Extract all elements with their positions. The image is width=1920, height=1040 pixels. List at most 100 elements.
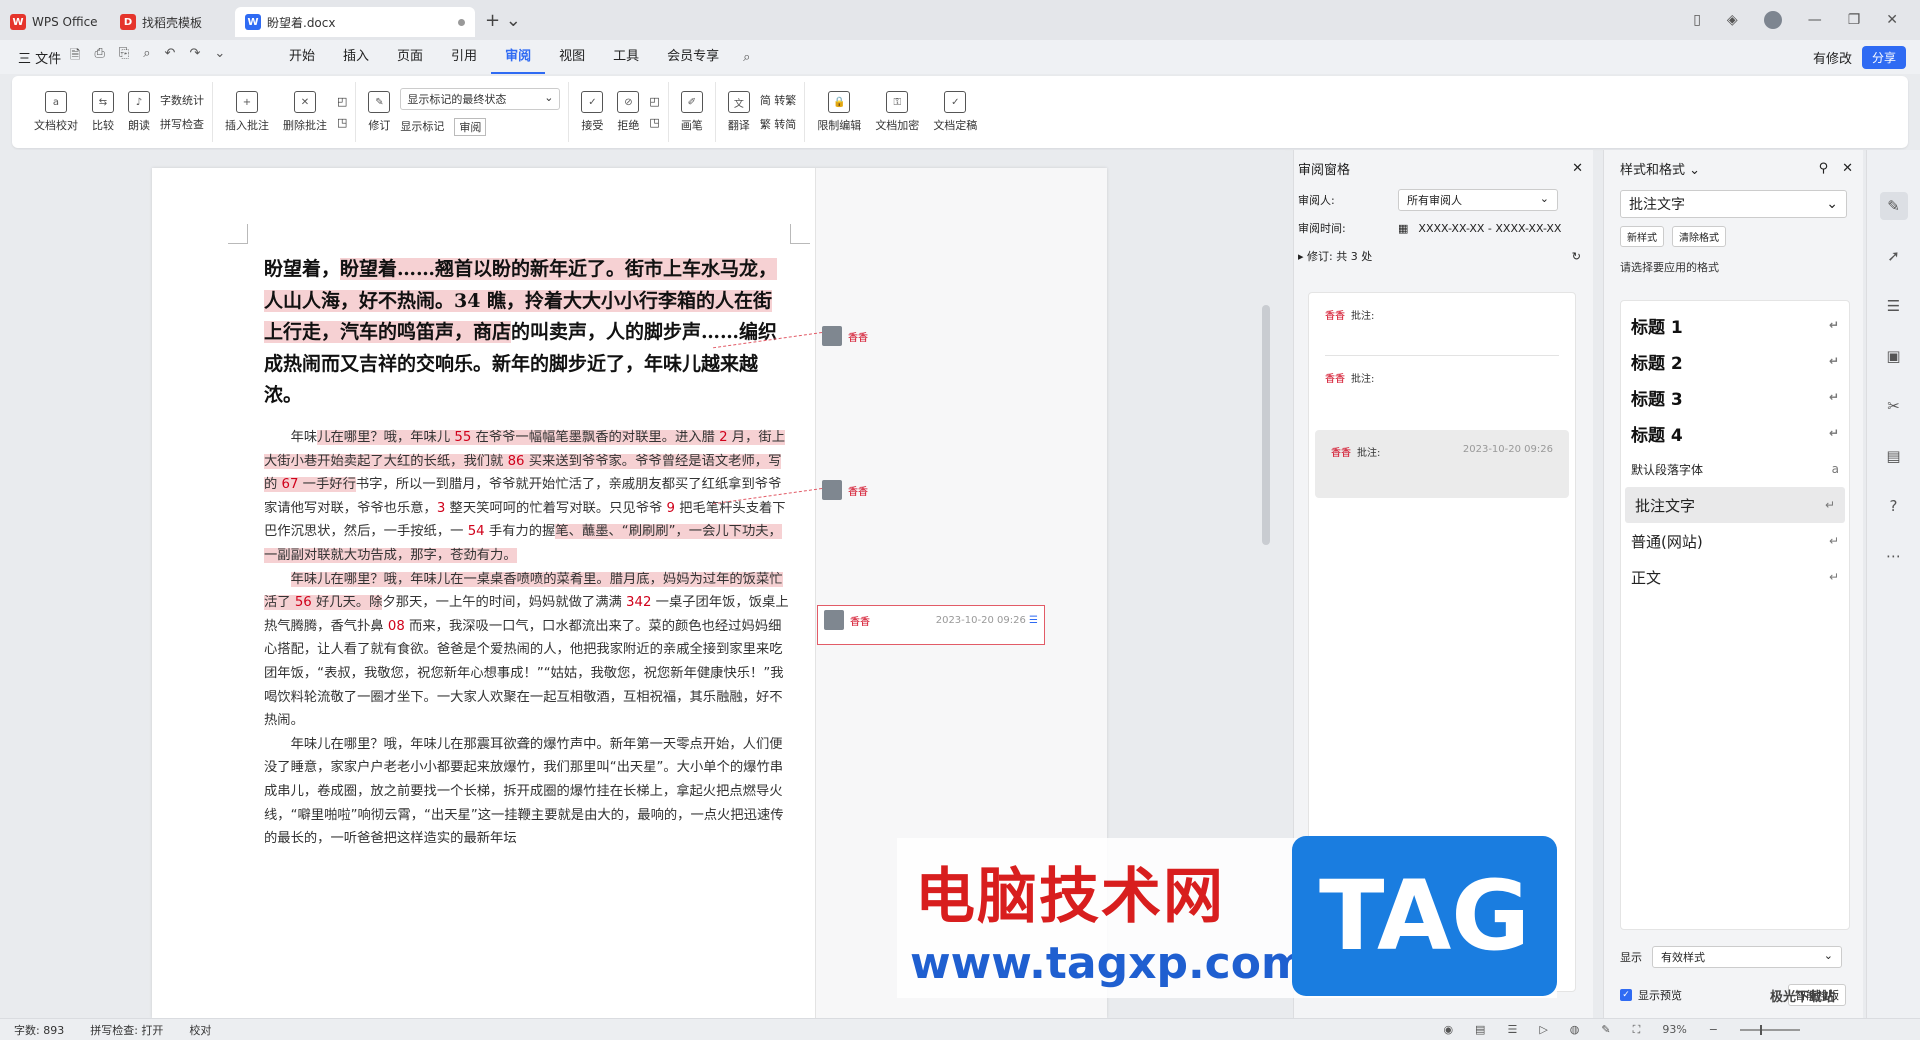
- select-arrow-icon[interactable]: ➚: [1880, 242, 1908, 270]
- pin-icon[interactable]: ⚲: [1819, 161, 1829, 176]
- comment-marker[interactable]: 香香: [822, 326, 868, 346]
- delete-comment-button[interactable]: ✕ 删除批注: [279, 91, 331, 133]
- show-marks-button[interactable]: 显示标记: [400, 118, 444, 136]
- more-icon[interactable]: ⋯: [1880, 542, 1908, 570]
- menu-review[interactable]: 审阅: [491, 40, 546, 74]
- style-brush-icon[interactable]: ✎: [1879, 192, 1908, 220]
- comment-menu-icon[interactable]: ☰: [1029, 615, 1038, 626]
- file-menu[interactable]: 三 文件: [0, 48, 70, 67]
- play-icon[interactable]: ▷: [1539, 1023, 1547, 1036]
- next-change-icon[interactable]: ◳: [649, 116, 659, 129]
- close-window-button[interactable]: ✕: [1886, 12, 1898, 28]
- reject-button[interactable]: ⊘ 拒绝: [613, 91, 643, 133]
- preview-icon[interactable]: ⌕: [143, 46, 150, 68]
- spell-status[interactable]: 拼写检查: 打开: [90, 1022, 163, 1038]
- style-item[interactable]: 正文 ↵: [1621, 559, 1849, 595]
- calendar-icon[interactable]: ▦: [1398, 222, 1408, 235]
- style-item[interactable]: 默认段落字体 a: [1621, 451, 1849, 487]
- revise-button[interactable]: ✎ 修订: [364, 91, 394, 133]
- tab-template[interactable]: D 找稻壳模板: [110, 7, 235, 37]
- close-icon[interactable]: ✕: [1572, 161, 1583, 176]
- style-item[interactable]: 标题 3 ↵: [1621, 379, 1849, 415]
- accept-button[interactable]: ✓ 接受: [577, 91, 607, 133]
- prev-change-icon[interactable]: ◰: [649, 95, 659, 108]
- menu-page[interactable]: 页面: [383, 40, 437, 74]
- user-avatar[interactable]: [1763, 11, 1782, 29]
- layout-icon[interactable]: ▯: [1693, 12, 1701, 28]
- encrypt-button[interactable]: ⚿ 文档加密: [871, 91, 923, 133]
- export-icon[interactable]: ⎙: [94, 46, 104, 68]
- more-icon[interactable]: ⌄: [214, 46, 225, 68]
- menu-home[interactable]: 开始: [275, 40, 329, 74]
- prev-comment-icon[interactable]: ◰: [337, 95, 347, 108]
- menu-view[interactable]: 视图: [545, 40, 599, 74]
- show-style-select[interactable]: 有效样式 ⌄: [1652, 946, 1842, 968]
- help-icon[interactable]: ?: [1880, 492, 1908, 520]
- style-item[interactable]: 标题 2 ↵: [1621, 343, 1849, 379]
- read-aloud-button[interactable]: ♪ 朗读: [124, 91, 154, 133]
- reviewer-select[interactable]: 所有审阅人 ⌄: [1398, 189, 1558, 211]
- finalize-button[interactable]: ✓ 文档定稿: [929, 91, 981, 133]
- menu-reference[interactable]: 引用: [437, 40, 491, 74]
- style-item[interactable]: 普通(网站) ↵: [1621, 523, 1849, 559]
- close-icon[interactable]: ✕: [1842, 161, 1853, 176]
- pen-icon[interactable]: ✎: [1601, 1023, 1610, 1036]
- fit-icon[interactable]: ⛶: [1633, 1023, 1641, 1037]
- zoom-out-icon[interactable]: −: [1709, 1023, 1718, 1036]
- style-item[interactable]: 标题 4 ↵: [1621, 415, 1849, 451]
- restrict-edit-button[interactable]: 🔒 限制编辑: [813, 91, 865, 133]
- word-count-status[interactable]: 字数: 893: [14, 1022, 64, 1038]
- tab-wps-office[interactable]: W WPS Office: [0, 7, 110, 37]
- revision-item[interactable]: 香香 批注:: [1309, 356, 1575, 424]
- style-item-selected[interactable]: 批注文字 ↵: [1625, 487, 1845, 523]
- save-icon[interactable]: 🗎: [70, 46, 80, 68]
- revision-item[interactable]: 香香 批注:: [1309, 293, 1575, 355]
- translate-button[interactable]: 文翻译: [724, 91, 754, 133]
- restore-button[interactable]: ❐: [1848, 12, 1861, 28]
- tab-document[interactable]: W 盼望着.docx: [235, 7, 475, 37]
- new-style-button[interactable]: 新样式: [1620, 226, 1664, 247]
- menu-tools[interactable]: 工具: [599, 40, 653, 74]
- print-icon[interactable]: ⎘: [119, 46, 129, 68]
- tools-icon[interactable]: ✂: [1880, 392, 1908, 420]
- next-comment-icon[interactable]: ◳: [337, 116, 347, 129]
- doc-check-button[interactable]: a 文档校对: [30, 91, 82, 133]
- styles-pane-title[interactable]: 样式和格式: [1620, 163, 1685, 178]
- share-button[interactable]: 分享: [1861, 45, 1906, 69]
- proof-status[interactable]: 校对: [189, 1022, 211, 1038]
- redo-icon[interactable]: ↷: [189, 46, 200, 68]
- menu-member[interactable]: 会员专享: [653, 40, 733, 74]
- cube-icon[interactable]: ◈: [1727, 12, 1738, 28]
- adjust-icon[interactable]: ☰: [1880, 292, 1908, 320]
- unsaved-dot-icon[interactable]: [458, 18, 465, 26]
- insert-comment-button[interactable]: + 插入批注: [221, 91, 273, 133]
- to-traditional-button[interactable]: 简 转繁: [760, 92, 797, 108]
- compare-button[interactable]: ⇆ 比较: [88, 91, 118, 133]
- expand-icon[interactable]: ▸: [1298, 250, 1304, 263]
- preview-checkbox[interactable]: ✓: [1620, 989, 1632, 1001]
- body-text[interactable]: 年味儿在哪里？哦，年味儿 55 在爷爷一幅幅笔墨飘香的对联里。进入腊 2 月，街…: [264, 426, 789, 851]
- style-item[interactable]: 标题 1 ↵: [1621, 307, 1849, 343]
- review-time-range[interactable]: XXXX-XX-XX - XXXX-XX-XX: [1418, 222, 1561, 235]
- web-icon[interactable]: ◍: [1570, 1023, 1580, 1036]
- book-icon[interactable]: ▤: [1880, 442, 1908, 470]
- heading-paragraph[interactable]: 盼望着，盼望着……翘首以盼的新年近了。街市上车水马龙，人山人海，好不热闹。34 …: [264, 254, 789, 412]
- review-button[interactable]: 审阅: [454, 118, 487, 136]
- display-mode-select[interactable]: 显示标记的最终状态 ⌄: [400, 88, 561, 110]
- changes-indicator[interactable]: 有修改: [1813, 48, 1852, 67]
- page-view-icon[interactable]: ▤: [1475, 1023, 1485, 1036]
- minimize-button[interactable]: —: [1808, 12, 1822, 28]
- active-comment-card[interactable]: 香香 2023-10-20 09:26 ☰: [817, 605, 1045, 645]
- revision-item-selected[interactable]: 香香 批注: 2023-10-20 09:26: [1315, 430, 1569, 498]
- refresh-icon[interactable]: ↻: [1572, 250, 1589, 263]
- pen-button[interactable]: ✐ 画笔: [677, 91, 707, 133]
- zoom-level[interactable]: 93%: [1662, 1023, 1686, 1036]
- clear-format-button[interactable]: 清除格式: [1672, 226, 1726, 247]
- eye-icon[interactable]: ◉: [1443, 1023, 1453, 1036]
- to-simplified-button[interactable]: 繁 转简: [760, 116, 797, 132]
- new-tab-button[interactable]: + ⌄: [485, 10, 521, 31]
- image-icon[interactable]: ▣: [1880, 342, 1908, 370]
- spell-check-button[interactable]: 拼写检查: [160, 116, 204, 132]
- comment-marker[interactable]: 香香: [822, 480, 868, 500]
- zoom-slider[interactable]: [1740, 1024, 1800, 1035]
